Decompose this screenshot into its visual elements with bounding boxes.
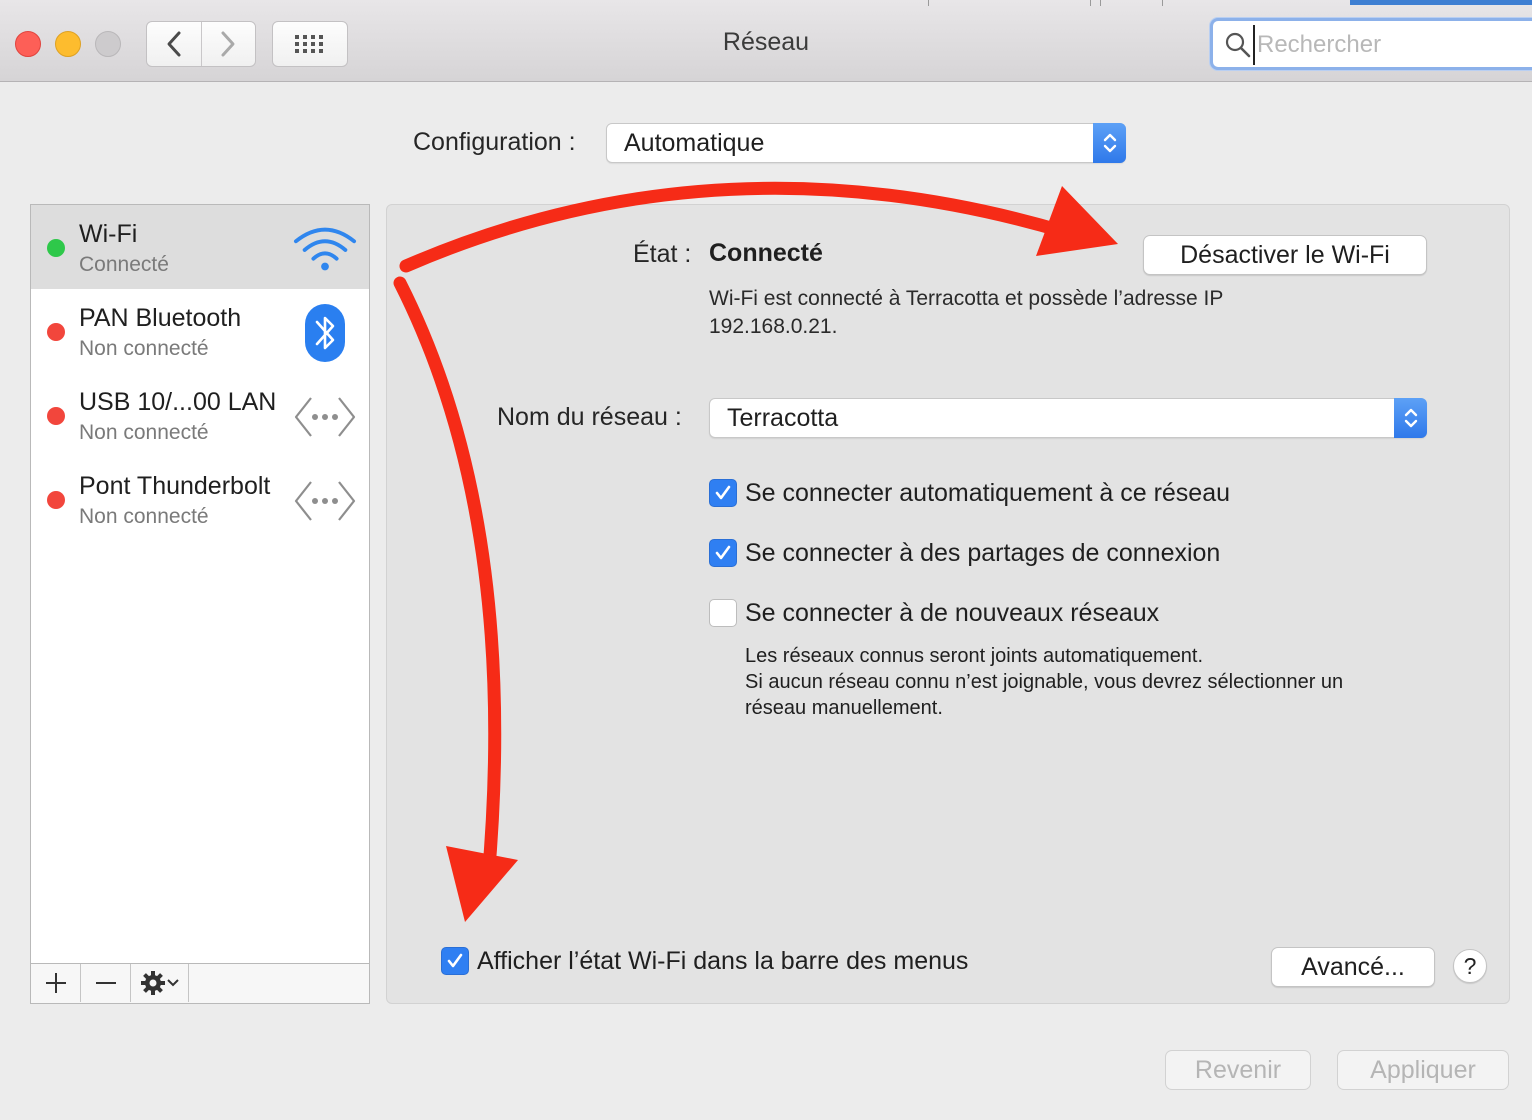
service-name: Pont Thunderbolt xyxy=(79,472,271,500)
ethernet-icon xyxy=(293,469,357,533)
note-line: Si aucun réseau connu n’est joignable, v… xyxy=(745,671,1344,693)
new-networks-checkbox[interactable] xyxy=(709,599,737,627)
state-value: Connecté xyxy=(709,239,823,267)
minus-icon xyxy=(95,982,116,984)
search-input[interactable] xyxy=(1253,25,1532,65)
status-dot xyxy=(47,323,65,341)
network-name-label: Nom du réseau : xyxy=(497,403,682,431)
service-item-wifi[interactable]: Wi-Fi Connecté xyxy=(31,205,369,289)
show-wifi-status-checkbox[interactable] xyxy=(441,947,469,975)
updown-arrows-icon xyxy=(1093,123,1126,163)
service-item-bluetooth[interactable]: PAN Bluetooth Non connecté xyxy=(31,289,369,373)
service-item-thunderbolt[interactable]: Pont Thunderbolt Non connecté xyxy=(31,457,369,541)
state-label: État : xyxy=(633,240,692,268)
service-item-usb-lan[interactable]: USB 10/...00 LAN Non connecté xyxy=(31,373,369,457)
updown-arrows-icon xyxy=(1394,398,1427,438)
action-menu-button[interactable] xyxy=(131,964,189,1002)
configuration-value: Automatique xyxy=(624,129,765,157)
bluetooth-icon xyxy=(293,301,357,365)
state-description-line: Wi-Fi est connecté à Terracotta et possè… xyxy=(709,287,1224,310)
state-description: Wi-Fi est connecté à Terracotta et possè… xyxy=(709,285,1409,341)
chevron-down-icon xyxy=(166,979,179,987)
background-window-accent xyxy=(1350,0,1532,5)
hotspot-checkbox[interactable] xyxy=(709,539,737,567)
show-wifi-status-label: Afficher l’état Wi-Fi dans la barre des … xyxy=(477,947,969,975)
background-window-edges xyxy=(0,0,1532,6)
search-icon xyxy=(1225,32,1251,58)
note-line: Les réseaux connus seront joints automat… xyxy=(745,645,1204,667)
help-button[interactable]: ? xyxy=(1453,949,1487,983)
search-field[interactable] xyxy=(1210,18,1532,70)
remove-service-button[interactable] xyxy=(81,964,131,1002)
service-status: Connecté xyxy=(79,253,169,276)
service-name: USB 10/...00 LAN xyxy=(79,388,277,416)
status-dot xyxy=(47,239,65,257)
auto-join-checkbox[interactable] xyxy=(709,479,737,507)
status-dot xyxy=(47,491,65,509)
service-status: Non connecté xyxy=(79,337,209,360)
apply-button[interactable]: Appliquer xyxy=(1337,1050,1509,1090)
service-name: Wi-Fi xyxy=(79,220,138,248)
new-networks-label: Se connecter à de nouveaux réseaux xyxy=(745,599,1160,627)
ip-address-line: 192.168.0.21. xyxy=(709,315,838,338)
configuration-popup[interactable]: Automatique xyxy=(606,123,1126,163)
revert-button[interactable]: Revenir xyxy=(1165,1050,1311,1090)
service-list-toolbar xyxy=(31,963,369,1003)
auto-join-label: Se connecter automatiquement à ce réseau xyxy=(745,479,1231,507)
note-line: réseau manuellement. xyxy=(745,697,943,719)
disable-wifi-button[interactable]: Désactiver le Wi-Fi xyxy=(1143,235,1427,275)
status-dot xyxy=(47,407,65,425)
checkmark-icon xyxy=(715,485,731,500)
advanced-button[interactable]: Avancé... xyxy=(1271,947,1435,987)
service-status: Non connecté xyxy=(79,505,209,528)
service-status: Non connecté xyxy=(79,421,209,444)
checkmark-icon xyxy=(447,953,463,968)
service-list: Wi-Fi Connecté PAN Bluetooth Non connect… xyxy=(30,204,370,1004)
configuration-label: Configuration : xyxy=(413,128,576,156)
hotspot-label: Se connecter à des partages de connexion xyxy=(745,539,1221,567)
add-service-button[interactable] xyxy=(31,964,81,1002)
wifi-icon xyxy=(293,217,357,281)
ethernet-icon xyxy=(293,385,357,449)
wifi-settings-panel: État : Connecté Désactiver le Wi-Fi Wi-F… xyxy=(386,204,1510,1004)
checkmark-icon xyxy=(715,545,731,560)
title-bar: Réseau xyxy=(0,0,1532,82)
plus-icon xyxy=(45,973,66,993)
network-name-popup[interactable]: Terracotta xyxy=(709,398,1427,438)
network-name-value: Terracotta xyxy=(727,404,839,432)
service-name: PAN Bluetooth xyxy=(79,304,242,332)
new-networks-note: Les réseaux connus seront joints automat… xyxy=(745,643,1425,721)
gear-icon xyxy=(140,971,165,995)
